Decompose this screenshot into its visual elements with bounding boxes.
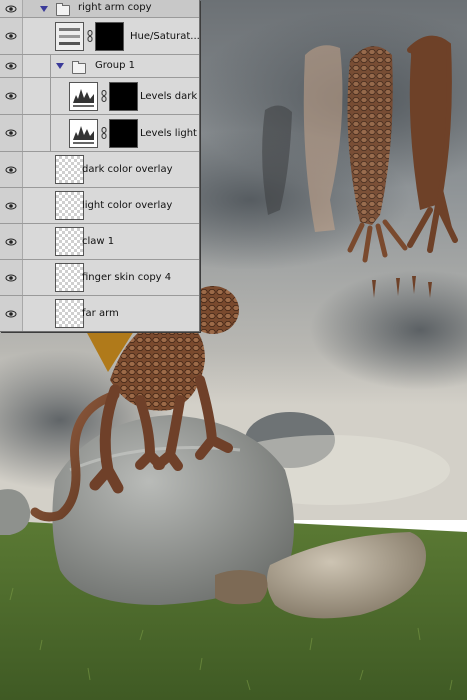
- layer-name[interactable]: claw 1: [82, 236, 114, 247]
- eye-icon: [5, 62, 17, 70]
- layer-mask-thumbnail[interactable]: [95, 22, 124, 51]
- layer-name[interactable]: light color overlay: [82, 200, 172, 211]
- folder-icon: [56, 3, 70, 16]
- eye-icon: [5, 274, 17, 281]
- layer-row-levels-dark[interactable]: Levels dark: [0, 78, 199, 115]
- adjustment-thumbnail[interactable]: [69, 119, 98, 148]
- layer-row-right-arm-copy[interactable]: right arm copy: [0, 0, 199, 18]
- layer-name[interactable]: Group 1: [95, 60, 135, 71]
- levels-icon: [73, 89, 94, 107]
- layer-name[interactable]: Hue/Saturat...: [130, 31, 199, 42]
- layer-thumbnail[interactable]: [55, 263, 84, 292]
- eye-icon: [5, 310, 17, 317]
- folder-icon: [72, 61, 86, 74]
- eye-icon: [5, 32, 17, 40]
- layer-row-far-arm[interactable]: far arm: [0, 296, 199, 331]
- layer-thumbnail[interactable]: [55, 191, 84, 220]
- chain-link-icon[interactable]: [101, 127, 107, 139]
- layer-thumbnail[interactable]: [55, 155, 84, 184]
- eye-icon: [5, 129, 17, 137]
- group-indent-line: [50, 55, 51, 77]
- layer-row-light-color-overlay[interactable]: light color overlay: [0, 188, 199, 224]
- visibility-toggle[interactable]: [0, 296, 23, 331]
- eye-icon: [5, 166, 17, 173]
- visibility-toggle[interactable]: [0, 224, 23, 259]
- layer-mask-thumbnail[interactable]: [109, 82, 138, 111]
- group-indent-line: [50, 78, 51, 114]
- layer-row-levels-light[interactable]: Levels light: [0, 115, 199, 152]
- chain-link-icon[interactable]: [87, 30, 93, 42]
- eye-icon: [5, 92, 17, 100]
- layer-row-finger-skin-copy-4[interactable]: finger skin copy 4: [0, 260, 199, 296]
- adjustment-thumbnail[interactable]: [69, 82, 98, 111]
- layer-name[interactable]: right arm copy: [78, 2, 152, 13]
- eye-icon: [5, 202, 17, 209]
- layer-mask-thumbnail[interactable]: [109, 119, 138, 148]
- layer-row-dark-color-overlay[interactable]: dark color overlay: [0, 152, 199, 188]
- chain-link-icon[interactable]: [101, 90, 107, 102]
- visibility-toggle[interactable]: [0, 152, 23, 187]
- eye-icon: [5, 238, 17, 245]
- visibility-toggle[interactable]: [0, 78, 23, 114]
- visibility-toggle[interactable]: [0, 0, 23, 17]
- hue-saturation-icon: [59, 28, 80, 45]
- group-indent-line: [50, 115, 51, 151]
- visibility-toggle[interactable]: [0, 55, 23, 77]
- layer-name[interactable]: dark color overlay: [82, 164, 172, 175]
- triangle-down-icon[interactable]: [56, 63, 64, 69]
- visibility-toggle[interactable]: [0, 260, 23, 295]
- layer-name[interactable]: Levels light: [140, 128, 197, 139]
- layer-name[interactable]: Levels dark: [140, 91, 197, 102]
- layer-thumbnail[interactable]: [55, 299, 84, 328]
- layer-row-hue-saturation[interactable]: Hue/Saturat...: [0, 18, 199, 55]
- adjustment-thumbnail[interactable]: [55, 22, 84, 51]
- visibility-toggle[interactable]: [0, 115, 23, 151]
- layer-name[interactable]: far arm: [82, 308, 119, 319]
- visibility-toggle[interactable]: [0, 188, 23, 223]
- visibility-toggle[interactable]: [0, 18, 23, 54]
- layer-name[interactable]: finger skin copy 4: [82, 272, 171, 283]
- levels-icon: [73, 126, 94, 144]
- layers-panel: right arm copy Hue/Saturat... Group 1 Le…: [0, 0, 200, 332]
- layer-thumbnail[interactable]: [55, 227, 84, 256]
- layer-row-group-1[interactable]: Group 1: [0, 55, 199, 78]
- triangle-down-icon[interactable]: [40, 6, 48, 12]
- layer-row-claw-1[interactable]: claw 1: [0, 224, 199, 260]
- eye-icon: [5, 5, 17, 12]
